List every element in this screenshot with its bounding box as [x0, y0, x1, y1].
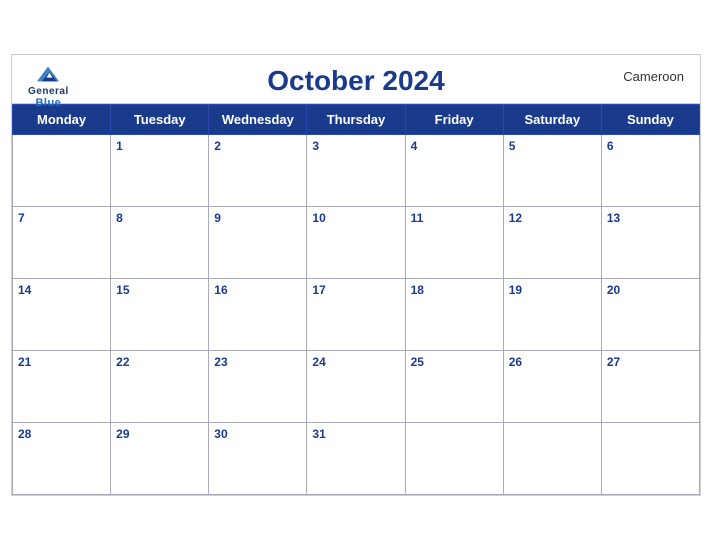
day-cell-9: 9	[209, 207, 307, 279]
calendar-grid: Monday Tuesday Wednesday Thursday Friday…	[12, 104, 700, 495]
day-cell-28: 28	[13, 423, 111, 495]
day-cell-17: 17	[307, 279, 405, 351]
day-number-23: 23	[214, 355, 227, 369]
country-label: Cameroon	[623, 69, 684, 84]
day-number-14: 14	[18, 283, 31, 297]
day-number-9: 9	[214, 211, 221, 225]
day-number-11: 11	[411, 211, 424, 225]
day-cell-12: 12	[503, 207, 601, 279]
day-number-16: 16	[214, 283, 227, 297]
day-number-27: 27	[607, 355, 620, 369]
logo: General Blue	[28, 63, 69, 109]
logo-icon	[33, 63, 63, 85]
empty-cell-w0-d0	[13, 135, 111, 207]
day-number-19: 19	[509, 283, 522, 297]
day-number-30: 30	[214, 427, 227, 441]
col-wednesday: Wednesday	[209, 105, 307, 135]
day-cell-4: 4	[405, 135, 503, 207]
day-number-28: 28	[18, 427, 31, 441]
calendar-header: General Blue October 2024 Cameroon	[12, 55, 700, 104]
weekday-header-row: Monday Tuesday Wednesday Thursday Friday…	[13, 105, 700, 135]
day-number-8: 8	[116, 211, 123, 225]
day-cell-15: 15	[111, 279, 209, 351]
day-number-5: 5	[509, 139, 516, 153]
col-monday: Monday	[13, 105, 111, 135]
day-cell-31: 31	[307, 423, 405, 495]
day-cell-6: 6	[601, 135, 699, 207]
day-cell-27: 27	[601, 351, 699, 423]
col-friday: Friday	[405, 105, 503, 135]
day-number-12: 12	[509, 211, 522, 225]
day-cell-8: 8	[111, 207, 209, 279]
week-row-5: 28 29 30 31	[13, 423, 700, 495]
week-row-3: 14 15 16 17 18 19 20	[13, 279, 700, 351]
day-number-24: 24	[312, 355, 325, 369]
day-number-20: 20	[607, 283, 620, 297]
day-number-25: 25	[411, 355, 424, 369]
day-number-31: 31	[312, 427, 325, 441]
day-cell-19: 19	[503, 279, 601, 351]
day-cell-11: 11	[405, 207, 503, 279]
logo-text-blue: Blue	[35, 97, 61, 109]
day-cell-21: 21	[13, 351, 111, 423]
col-thursday: Thursday	[307, 105, 405, 135]
empty-cell-w4-d5	[503, 423, 601, 495]
day-cell-18: 18	[405, 279, 503, 351]
empty-cell-w4-d6	[601, 423, 699, 495]
day-cell-1: 1	[111, 135, 209, 207]
day-number-7: 7	[18, 211, 25, 225]
day-number-3: 3	[312, 139, 319, 153]
day-cell-3: 3	[307, 135, 405, 207]
day-cell-16: 16	[209, 279, 307, 351]
col-tuesday: Tuesday	[111, 105, 209, 135]
day-cell-25: 25	[405, 351, 503, 423]
day-cell-5: 5	[503, 135, 601, 207]
col-sunday: Sunday	[601, 105, 699, 135]
day-number-21: 21	[18, 355, 31, 369]
day-number-1: 1	[116, 139, 123, 153]
day-cell-23: 23	[209, 351, 307, 423]
day-cell-2: 2	[209, 135, 307, 207]
calendar: General Blue October 2024 Cameroon Monda…	[11, 54, 701, 496]
day-number-26: 26	[509, 355, 522, 369]
day-number-10: 10	[312, 211, 325, 225]
day-cell-26: 26	[503, 351, 601, 423]
week-row-1: 1 2 3 4 5 6	[13, 135, 700, 207]
day-cell-10: 10	[307, 207, 405, 279]
day-number-29: 29	[116, 427, 129, 441]
day-cell-22: 22	[111, 351, 209, 423]
day-cell-24: 24	[307, 351, 405, 423]
day-number-4: 4	[411, 139, 418, 153]
day-number-6: 6	[607, 139, 614, 153]
day-cell-20: 20	[601, 279, 699, 351]
day-number-15: 15	[116, 283, 129, 297]
day-number-22: 22	[116, 355, 129, 369]
day-number-2: 2	[214, 139, 221, 153]
logo-text-general: General	[28, 86, 69, 97]
day-number-17: 17	[312, 283, 325, 297]
day-cell-7: 7	[13, 207, 111, 279]
day-cell-30: 30	[209, 423, 307, 495]
day-cell-13: 13	[601, 207, 699, 279]
week-row-4: 21 22 23 24 25 26 27	[13, 351, 700, 423]
month-title: October 2024	[267, 65, 444, 97]
col-saturday: Saturday	[503, 105, 601, 135]
day-number-18: 18	[411, 283, 424, 297]
day-cell-29: 29	[111, 423, 209, 495]
day-cell-14: 14	[13, 279, 111, 351]
day-number-13: 13	[607, 211, 620, 225]
empty-cell-w4-d4	[405, 423, 503, 495]
week-row-2: 7 8 9 10 11 12 13	[13, 207, 700, 279]
